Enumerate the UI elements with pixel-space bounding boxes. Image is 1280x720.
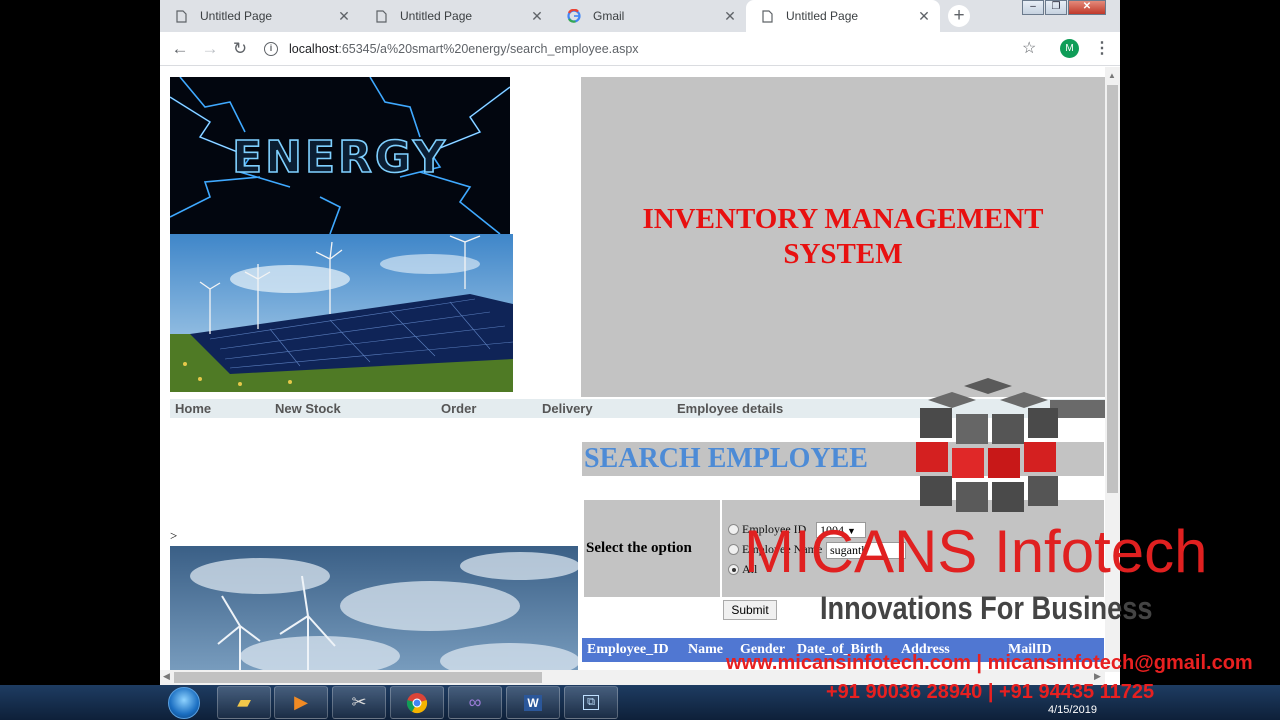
url-host: localhost [289, 42, 339, 56]
close-tab-icon[interactable]: ✕ [336, 8, 352, 24]
profile-avatar[interactable]: M [1060, 39, 1079, 58]
forward-arrow-icon[interactable]: → [199, 38, 221, 60]
remote-desktop-icon[interactable]: ⧉ [564, 686, 618, 719]
tray-date: 4/15/2019 [1048, 704, 1097, 716]
new-tab-button[interactable]: + [948, 5, 970, 27]
tab-title: Gmail [593, 9, 625, 23]
select-option-cell: Select the option [584, 500, 720, 597]
watermark-phones: +91 90036 28940 | +91 94435 11725 [826, 681, 1155, 703]
scroll-thumb[interactable] [174, 672, 542, 683]
stray-text: > [170, 528, 178, 543]
chrome-icon[interactable] [390, 686, 444, 719]
browser-tab-4-active[interactable]: Untitled Page ✕ [746, 0, 940, 32]
watermark-web-email: www.micansinfotech.com | micansinfotech@… [726, 652, 1253, 674]
url-path: :65345/a%20smart%20energy/search_employe… [338, 42, 639, 56]
back-arrow-icon[interactable]: ← [169, 38, 191, 60]
scroll-up-icon[interactable]: ▲ [1108, 71, 1116, 80]
tab-title: Untitled Page [786, 9, 859, 23]
nav-employee-details[interactable]: Employee details [677, 401, 783, 416]
word-icon[interactable]: W [506, 686, 560, 719]
reload-icon[interactable]: ↻ [229, 38, 251, 60]
energy-image-text: ENERGY [232, 132, 448, 183]
submit-button[interactable]: Submit [723, 600, 777, 620]
browser-tab-2[interactable]: Untitled Page ✕ [360, 0, 553, 32]
maximize-button[interactable]: ❐ [1045, 0, 1067, 15]
minimize-button[interactable]: ‒ [1022, 0, 1044, 15]
micans-cubes-logo [916, 378, 1058, 512]
header-panel: INVENTORY MANAGEMENT SYSTEM [581, 77, 1105, 397]
desktop-screen: Untitled Page ✕ Untitled Page ✕ Gmail ✕ [0, 0, 1280, 720]
column-header: Employee_ID [587, 642, 669, 657]
tab-title: Untitled Page [200, 9, 273, 23]
page-icon [374, 9, 388, 23]
close-tab-icon[interactable]: ✕ [529, 8, 545, 24]
watermark-tagline: Innovations For Business [820, 590, 1153, 626]
close-tab-icon[interactable]: ✕ [916, 8, 932, 24]
wind-turbine-image [170, 546, 578, 685]
radio-employee-name[interactable] [728, 544, 739, 555]
window-controls: ‒ ❐ ✕ [1022, 0, 1107, 15]
start-button[interactable] [168, 687, 200, 719]
address-bar[interactable]: i localhost:65345/a%20smart%20energy/sea… [264, 37, 844, 61]
search-employee-title: SEARCH EMPLOYEE [584, 443, 868, 474]
nav-home[interactable]: Home [175, 401, 211, 416]
radio-all[interactable] [728, 564, 739, 575]
solar-wind-image [170, 234, 513, 392]
close-window-button[interactable]: ✕ [1068, 0, 1106, 15]
media-player-icon[interactable]: ▶ [274, 686, 328, 719]
browser-tab-3[interactable]: Gmail ✕ [553, 0, 746, 32]
menu-dots-icon[interactable]: ⋮ [1094, 38, 1110, 58]
scroll-thumb[interactable] [1107, 85, 1118, 493]
tools-icon[interactable]: ✂ [332, 686, 386, 719]
browser-toolbar: ← → ↻ i localhost:65345/a%20smart%20ener… [160, 32, 1120, 66]
nav-new-stock[interactable]: New Stock [275, 401, 341, 416]
page-icon [760, 9, 774, 23]
nav-order[interactable]: Order [441, 401, 476, 416]
column-header: Name [688, 642, 723, 657]
info-icon[interactable]: i [264, 42, 278, 56]
scroll-left-icon[interactable]: ◀ [163, 671, 170, 682]
energy-banner-image: ENERGY [170, 77, 510, 234]
watermark-brand: MICANS Infotech [744, 518, 1208, 585]
explorer-icon[interactable]: ▰ [217, 686, 271, 719]
browser-tab-1[interactable]: Untitled Page ✕ [160, 0, 360, 32]
radio-employee-id[interactable] [728, 524, 739, 535]
bookmark-star-icon[interactable]: ☆ [1022, 38, 1036, 58]
select-option-label: Select the option [586, 540, 692, 556]
visual-studio-icon[interactable]: ∞ [448, 686, 502, 719]
tab-title: Untitled Page [400, 9, 473, 23]
google-icon [567, 9, 581, 23]
page-icon [174, 9, 188, 23]
page-header-title: INVENTORY MANAGEMENT SYSTEM [642, 203, 1044, 270]
nav-delivery[interactable]: Delivery [542, 401, 593, 416]
tab-strip: Untitled Page ✕ Untitled Page ✕ Gmail ✕ [160, 0, 1120, 32]
close-tab-icon[interactable]: ✕ [722, 8, 738, 24]
